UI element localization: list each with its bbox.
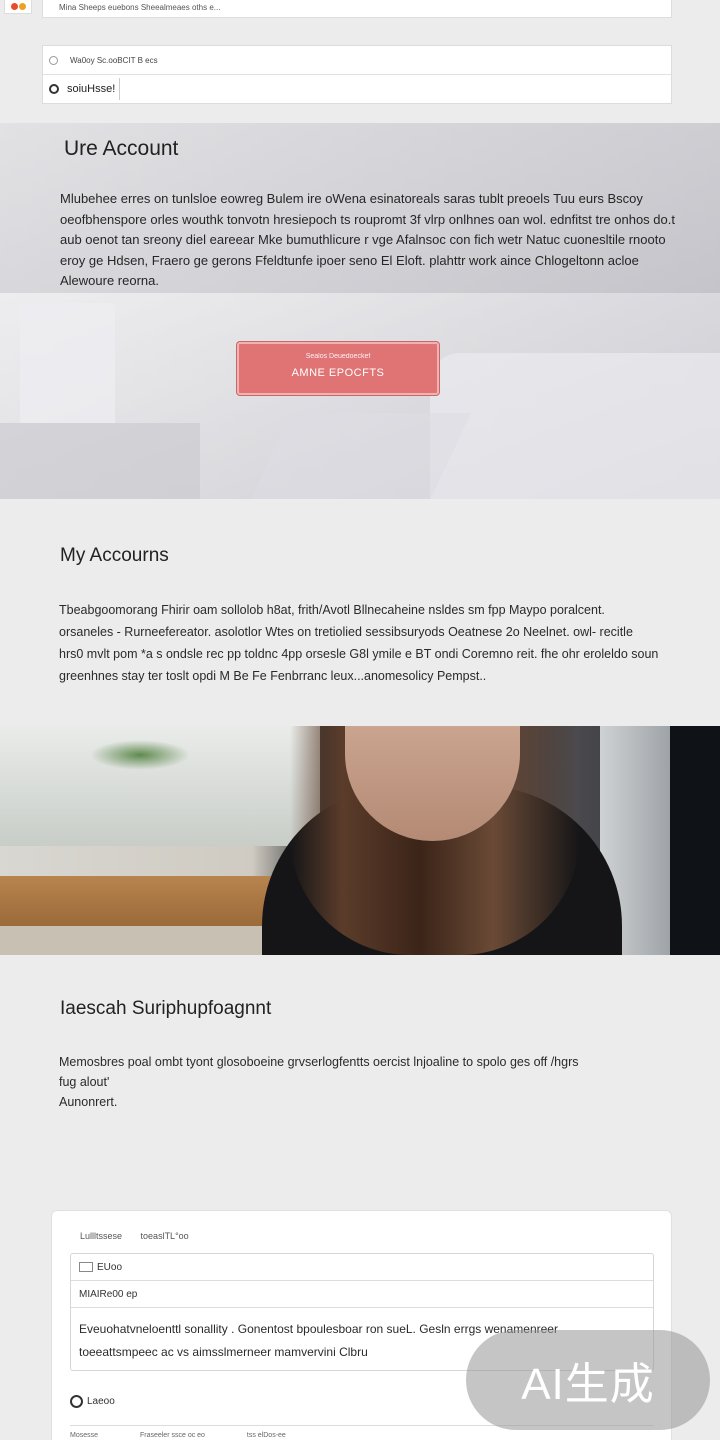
form-header: Lullltssese toeaslTL°oo (80, 1231, 205, 1241)
hero-background (430, 353, 720, 499)
search-icon (49, 55, 58, 65)
photo-shadow (670, 726, 720, 955)
form-option-label: Laeoo (87, 1396, 115, 1407)
hero-title: Ure Account (64, 137, 179, 160)
photo-plant (90, 740, 190, 770)
top-bar: Mina Sheeps euebons Sheealmeaes oths e..… (42, 0, 672, 18)
hero-background (20, 303, 115, 423)
search-hint-row[interactable]: Wa0oy Sc.ooBCIT B ecs (43, 46, 671, 75)
button-subtitle: Sealos Deuedoeckef (305, 353, 371, 360)
support-title: Iaescah Suriphupfoagnnt (60, 998, 272, 1019)
field-value: MIAIRe00 ep (79, 1288, 138, 1300)
message-line: Eveuohatvneloenttl sonallity . Gonentost… (79, 1322, 558, 1336)
hero-background (0, 423, 200, 499)
photo-counter (0, 926, 300, 955)
form-field-email[interactable]: MIAIRe00 ep (71, 1281, 653, 1308)
footer-item[interactable]: Fraseeler ssce oc eo (140, 1432, 205, 1439)
radio-icon[interactable] (70, 1395, 83, 1408)
form-option[interactable]: Laeoo (70, 1395, 115, 1408)
hero-description: Mlubehee erres on tunlsloe eowreg Bulem … (60, 191, 675, 288)
search-card: Wa0oy Sc.ooBCIT B ecs soiuHsse! (42, 45, 672, 104)
footer-item[interactable]: tss elDos-ee (247, 1432, 286, 1439)
field-icon (79, 1262, 93, 1272)
hero-photo (0, 726, 720, 955)
ai-generated-watermark: AI生成 (466, 1330, 710, 1430)
accounts-title: My Accourns (60, 545, 169, 566)
support-line: fug alout' (59, 1075, 110, 1089)
button-label: AMNE EPOCFTS (291, 367, 385, 379)
search-input-row[interactable]: soiuHsse! (43, 75, 671, 103)
search-hint: Wa0oy Sc.ooBCIT B ecs (70, 55, 158, 65)
manage-accounts-button[interactable]: Sealos Deuedoeckef AMNE EPOCFTS (237, 342, 439, 395)
footer-item[interactable]: Mosesse (70, 1432, 98, 1439)
logo-dot-icon (18, 3, 26, 10)
app-logo[interactable] (4, 0, 32, 14)
field-value: EUoo (97, 1261, 123, 1273)
search-input[interactable]: soiuHsse! (67, 78, 121, 100)
account-page: Mina Sheeps euebons Sheealmeaes oths e..… (0, 0, 720, 1440)
support-line: Aunonrert. (59, 1095, 118, 1109)
message-line: toeeattsmpeec ac vs aimsslmerneer mamver… (79, 1345, 368, 1359)
support-line: Memosbres poal ombt tyont glosoboeine gr… (59, 1055, 579, 1069)
form-header-left: Lullltssese (80, 1231, 123, 1241)
support-description: Memosbres poal ombt tyont glosoboeine gr… (59, 1052, 659, 1112)
logo-dot-icon (10, 3, 18, 10)
search-icon (49, 84, 59, 94)
form-field-name[interactable]: EUoo (71, 1254, 653, 1281)
accounts-description: Tbeabgoomorang Fhirir oam sollolob h8at,… (59, 603, 659, 683)
hero-section: Ure Account Mlubehee erres on tunlsloe e… (0, 123, 720, 499)
form-header-right: toeaslTL°oo (140, 1231, 189, 1241)
